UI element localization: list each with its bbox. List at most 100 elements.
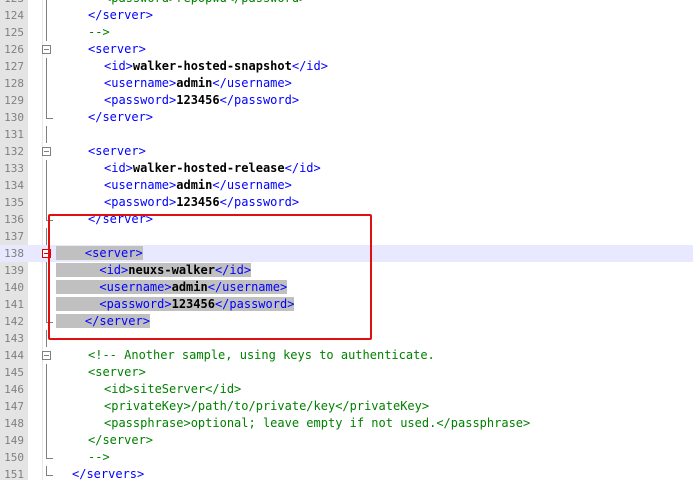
line-number: 123: [0, 0, 24, 7]
xml-tag: </id>: [284, 161, 321, 175]
line-number: 149: [4, 434, 24, 447]
fold-end-marker: [46, 466, 53, 476]
line-number: 132: [4, 145, 24, 158]
code-line[interactable]: 149 </server>: [0, 432, 693, 449]
xml-comment: <privateKey>/path/to/private/key</privat…: [104, 399, 430, 413]
code-line[interactable]: 129 <password>123456</password>: [0, 92, 693, 109]
code-text: <username>admin</username>: [104, 75, 292, 92]
line-number: 129: [4, 94, 24, 107]
line-number: 133: [4, 162, 24, 175]
fold-guide-line: [46, 92, 47, 109]
code-text: <id>walker-hosted-release</id>: [104, 160, 321, 177]
xml-tag: </servers>: [72, 467, 145, 481]
xml-value: admin: [176, 76, 213, 90]
fold-guide-line: [46, 0, 47, 7]
code-line[interactable]: 144 <!-- Another sample, using keys to au…: [0, 347, 693, 364]
fold-toggle-icon[interactable]: [42, 45, 51, 54]
code-line[interactable]: 123 <password>repopwd</password>: [0, 0, 693, 7]
xml-tag: </server>: [88, 110, 154, 124]
code-text: <passphrase>optional; leave empty if not…: [104, 415, 530, 432]
fold-guide-line: [46, 160, 47, 177]
line-number: 150: [4, 451, 24, 464]
code-text: -->: [88, 449, 110, 466]
code-text: <server>: [88, 364, 146, 381]
line-number: 146: [4, 383, 24, 396]
xml-value: 123456: [176, 93, 220, 107]
code-line[interactable]: 134 <username>admin</username>: [0, 177, 693, 194]
line-number: 139: [4, 264, 24, 277]
xml-tag: <id>: [104, 59, 133, 73]
highlight-annotation-box: [48, 214, 372, 340]
xml-tag: <server>: [88, 144, 146, 158]
xml-tag: </id>: [291, 59, 328, 73]
code-line[interactable]: 135 <password>123456</password>: [0, 194, 693, 211]
code-line[interactable]: 147 <privateKey>/path/to/private/key</pri…: [0, 398, 693, 415]
fold-guide-line: [46, 75, 47, 92]
code-line[interactable]: 126 <server>: [0, 41, 693, 58]
line-number: 147: [4, 400, 24, 413]
xml-tag: <password>: [104, 195, 177, 209]
fold-guide-line: [46, 330, 47, 347]
fold-guide-line: [46, 58, 47, 75]
code-text: <password>123456</password>: [104, 194, 299, 211]
code-text: <id>walker-hosted-snapshot</id>: [104, 58, 328, 75]
xml-comment: <passphrase>optional; leave empty if not…: [104, 416, 531, 430]
code-text: <username>admin</username>: [104, 177, 292, 194]
line-number: 127: [4, 60, 24, 73]
code-text: <id>siteServer</id>: [104, 381, 241, 398]
code-line[interactable]: 127 <id>walker-hosted-snapshot</id>: [0, 58, 693, 75]
fold-guide-line: [46, 7, 47, 24]
xml-tag: </username>: [212, 76, 292, 90]
fold-end-marker: [46, 449, 53, 459]
code-line[interactable]: 133 <id>walker-hosted-release</id>: [0, 160, 693, 177]
code-text: </server>: [88, 432, 153, 449]
code-line[interactable]: 125 -->: [0, 24, 693, 41]
code-line[interactable]: 146 <id>siteServer</id>: [0, 381, 693, 398]
line-number: 136: [4, 213, 24, 226]
line-number: 151: [4, 468, 24, 481]
xml-comment: <server>: [88, 365, 146, 379]
line-number: 138: [4, 247, 24, 260]
code-line[interactable]: 132 <server>: [0, 143, 693, 160]
code-line[interactable]: 148 <passphrase>optional; leave empty if …: [0, 415, 693, 432]
code-line[interactable]: 150 -->: [0, 449, 693, 466]
line-number: 128: [4, 77, 24, 90]
fold-guide-line: [46, 194, 47, 211]
code-text: <password>123456</password>: [104, 92, 299, 109]
xml-comment: <!-- Another sample, using keys to authe…: [88, 348, 435, 362]
code-line[interactable]: 131: [0, 126, 693, 143]
code-text: <server>: [88, 143, 146, 160]
xml-comment: -->: [88, 25, 110, 39]
xml-tag: <username>: [104, 178, 177, 192]
code-text: <privateKey>/path/to/private/key</privat…: [104, 398, 429, 415]
xml-tag: <id>: [104, 161, 133, 175]
code-text: </server>: [88, 109, 153, 126]
code-line[interactable]: 130 </server>: [0, 109, 693, 126]
fold-guide-line: [46, 177, 47, 194]
code-line[interactable]: 124 </server>: [0, 7, 693, 24]
line-number: 131: [4, 128, 24, 141]
fold-guide-line: [46, 432, 47, 449]
line-number: 134: [4, 179, 24, 192]
line-number: 148: [4, 417, 24, 430]
xml-comment: </server>: [88, 433, 154, 447]
code-text: </servers>: [72, 466, 144, 483]
line-number: 142: [4, 315, 24, 328]
fold-guide-line: [46, 381, 47, 398]
line-number: 140: [4, 281, 24, 294]
xml-tag: </password>: [219, 195, 300, 209]
code-line[interactable]: 128 <username>admin</username>: [0, 75, 693, 92]
fold-guide-line: [46, 364, 47, 381]
line-number: 144: [4, 349, 24, 362]
line-number: 124: [4, 9, 24, 22]
line-number: 143: [4, 332, 24, 345]
code-text: </server>: [88, 7, 153, 24]
fold-toggle-icon[interactable]: [42, 351, 51, 360]
code-line[interactable]: 145 <server>: [0, 364, 693, 381]
fold-guide-line: [46, 228, 47, 245]
code-line[interactable]: 151 </servers>: [0, 466, 693, 483]
fold-toggle-icon[interactable]: [42, 147, 51, 156]
fold-guide-line: [46, 262, 47, 279]
line-number: 141: [4, 298, 24, 311]
xml-tag: </password>: [219, 93, 300, 107]
